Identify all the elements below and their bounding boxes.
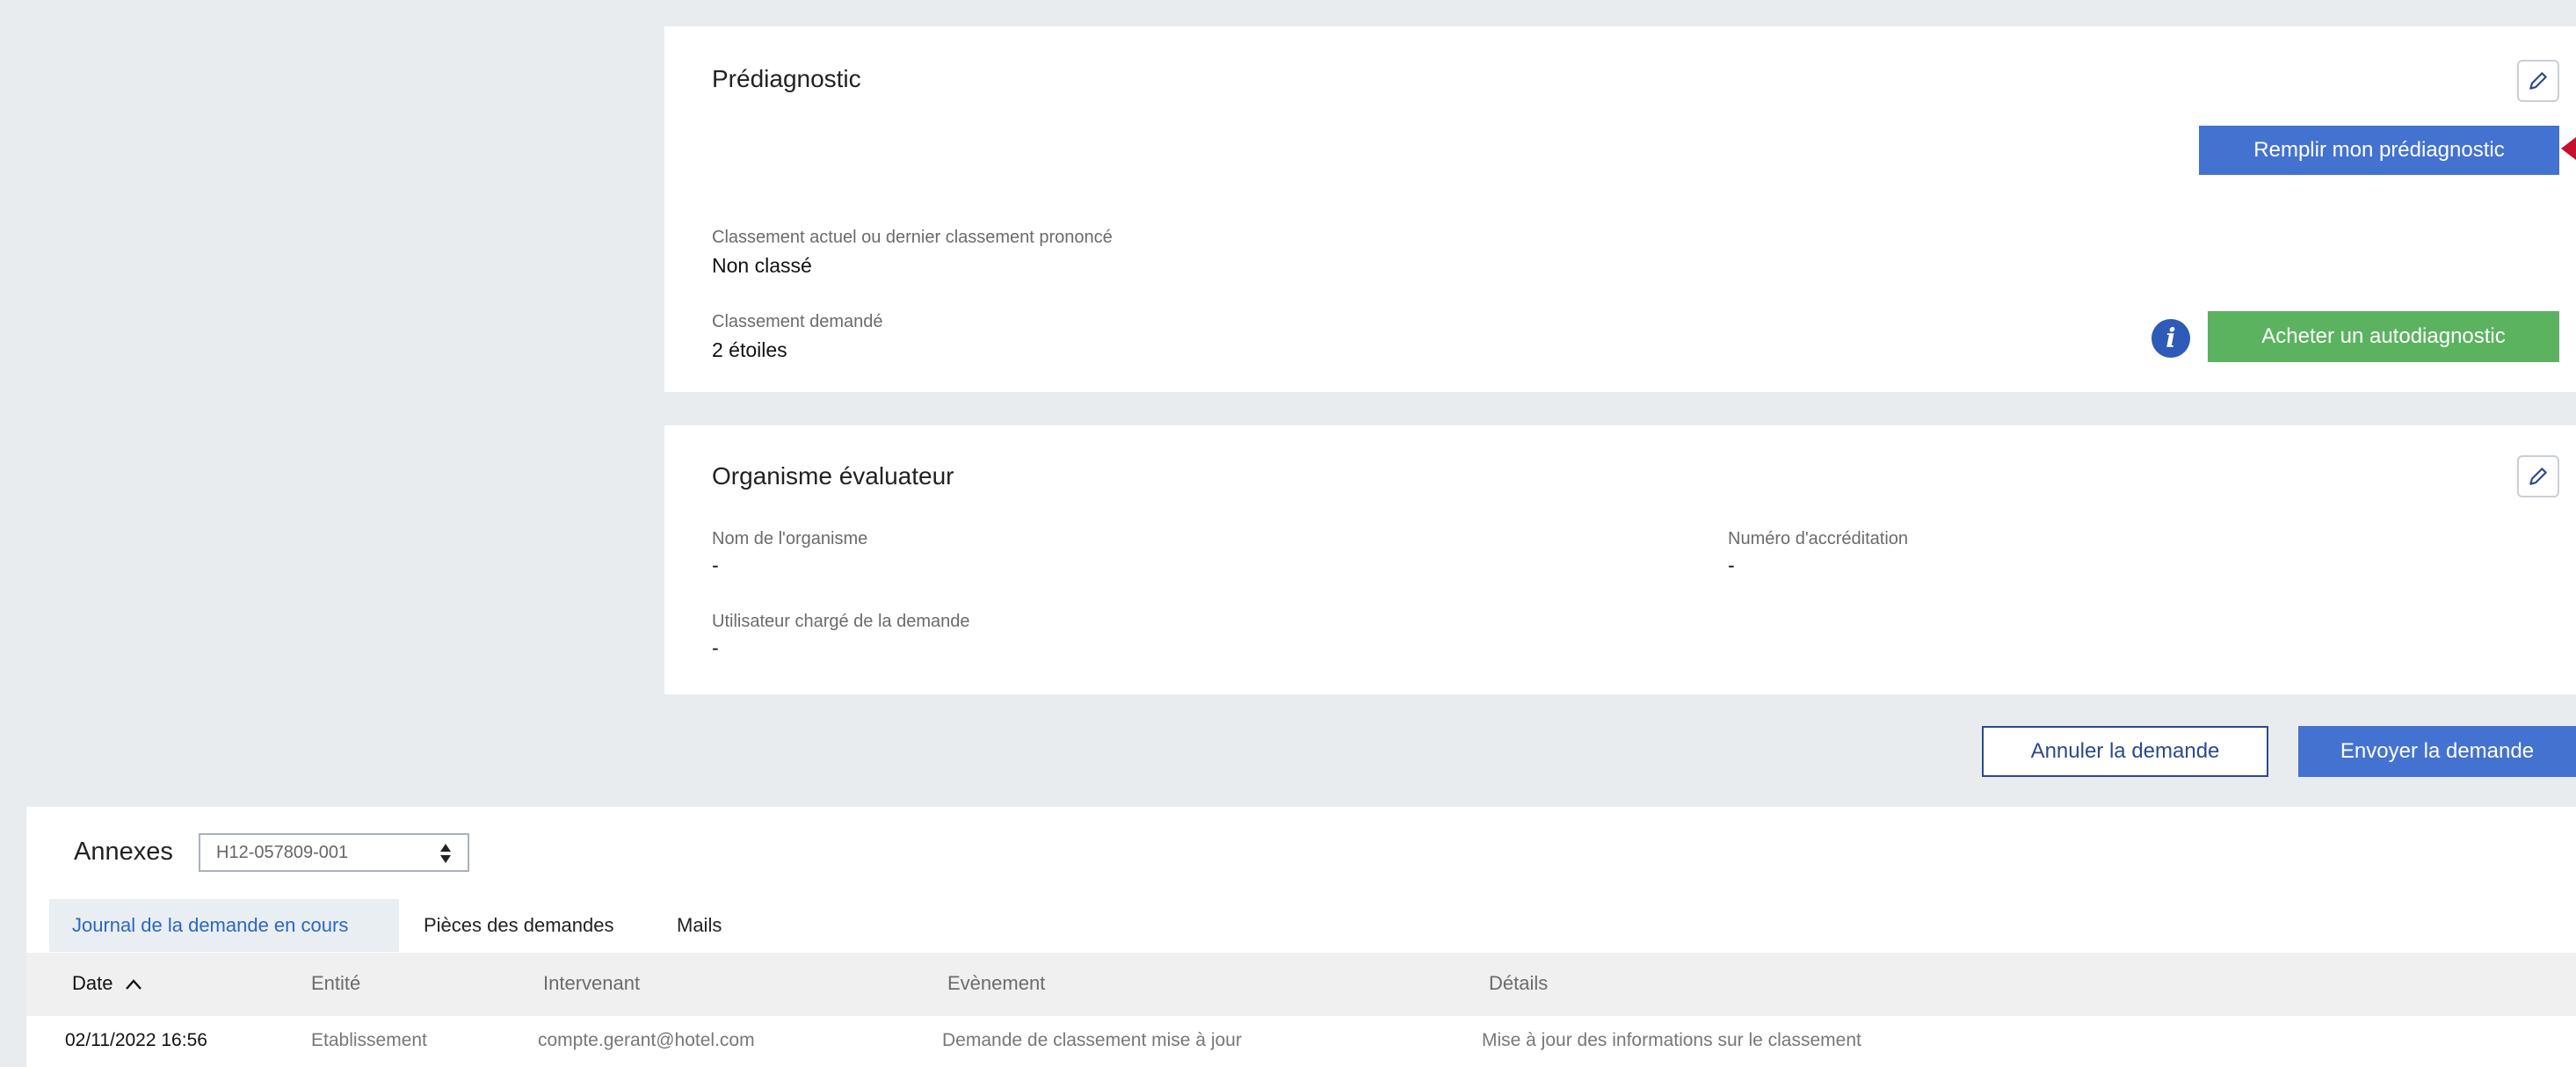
annexes-label: Annexes <box>74 838 173 866</box>
column-intervenant[interactable]: Intervenant <box>543 972 640 995</box>
cancel-request-button[interactable]: Annuler la demande <box>1982 726 2268 777</box>
table-header: Date Entité Intervenant Evènement Détail… <box>26 953 2576 1016</box>
table-row: 02/11/2022 16:56 Etablissement compte.ge… <box>26 1016 2576 1067</box>
annexes-select[interactable]: H12-057809-001 <box>199 833 469 872</box>
edit-evaluator-button[interactable] <box>2517 455 2559 497</box>
cell-details: Mise à jour des informations sur le clas… <box>1482 1030 1861 1050</box>
tab-journal[interactable]: Journal de la demande en cours <box>49 899 399 952</box>
send-request-button[interactable]: Envoyer la demande <box>2298 726 2576 777</box>
accreditation-value: - <box>1728 554 1735 577</box>
org-name-value: - <box>712 554 719 577</box>
requested-classification-label: Classement demandé <box>712 312 883 331</box>
assigned-user-value: - <box>712 636 719 659</box>
current-classification-label: Classement actuel ou dernier classement … <box>712 228 1113 247</box>
pencil-icon <box>2529 468 2547 485</box>
prediagnostic-card: Prédiagnostic Remplir mon prédiagnostic … <box>664 26 2576 392</box>
annexes-select-value: H12-057809-001 <box>216 842 349 862</box>
evaluator-title: Organisme évaluateur <box>712 462 954 490</box>
buy-autodiagnostic-button[interactable]: Acheter un autodiagnostic <box>2208 311 2559 362</box>
edit-prediagnostic-button[interactable] <box>2517 60 2559 102</box>
cell-date: 02/11/2022 16:56 <box>65 1030 207 1050</box>
pencil-icon <box>2529 72 2547 90</box>
pointer-arrow-icon <box>2561 137 2576 160</box>
current-classification-value: Non classé <box>712 254 812 277</box>
info-icon[interactable]: i <box>2152 319 2190 358</box>
column-details[interactable]: Détails <box>1489 972 1548 995</box>
org-name-label: Nom de l'organisme <box>712 529 868 548</box>
tab-pieces-label: Pièces des demandes <box>424 914 614 936</box>
accreditation-label: Numéro d'accréditation <box>1728 529 1909 548</box>
tab-pieces[interactable]: Pièces des demandes <box>424 899 613 952</box>
column-entity[interactable]: Entité <box>311 972 360 995</box>
prediagnostic-title: Prédiagnostic <box>712 65 861 92</box>
cell-entity: Etablissement <box>311 1030 427 1050</box>
select-arrows-icon <box>440 844 451 863</box>
tab-mails-label: Mails <box>677 914 722 936</box>
assigned-user-label: Utilisateur chargé de la demande <box>712 612 970 631</box>
column-date-label: Date <box>72 972 113 994</box>
sort-up-icon <box>125 979 141 990</box>
tab-journal-label: Journal de la demande en cours <box>72 914 349 936</box>
column-event[interactable]: Evènement <box>947 972 1045 995</box>
cell-intervenant: compte.gerant@hotel.com <box>538 1030 755 1050</box>
requested-classification-value: 2 étoiles <box>712 338 787 361</box>
tab-mails[interactable]: Mails <box>677 899 722 952</box>
column-date[interactable]: Date <box>72 972 143 995</box>
fill-prediagnostic-button[interactable]: Remplir mon prédiagnostic <box>2199 126 2559 175</box>
cell-event: Demande de classement mise à jour <box>942 1030 1242 1050</box>
evaluator-card: Organisme évaluateur Nom de l'organisme … <box>664 425 2576 694</box>
